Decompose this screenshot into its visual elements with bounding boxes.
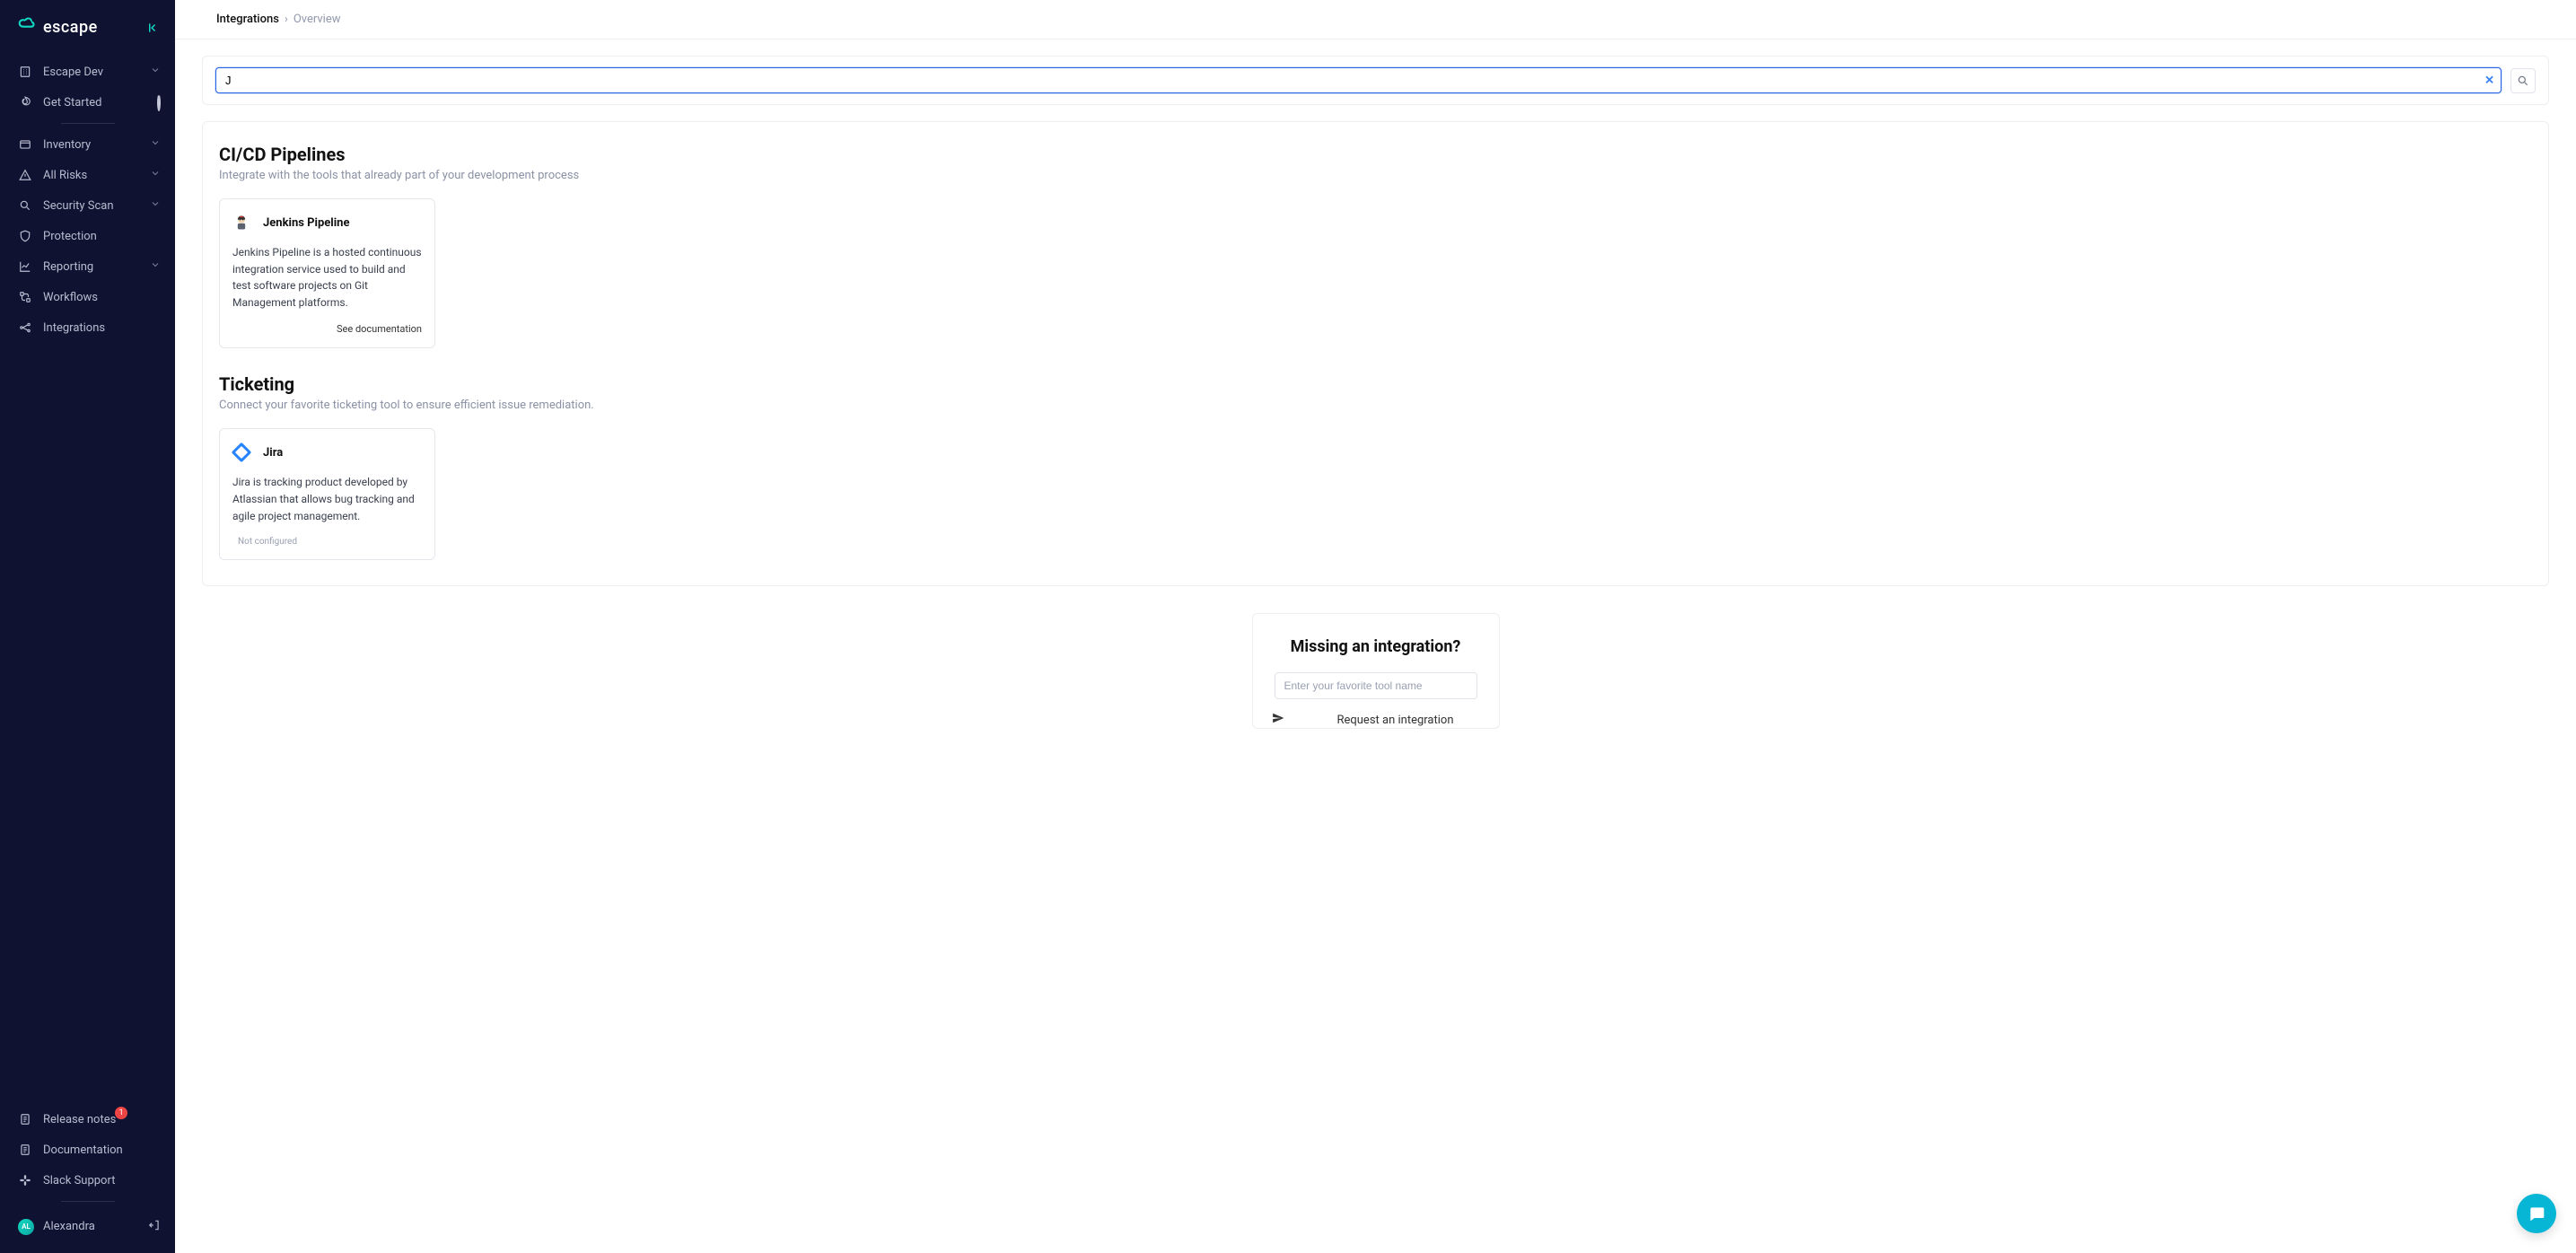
section-subtitle-cicd: Integrate with the tools that already pa… <box>219 169 2532 182</box>
sidebar-item-reporting[interactable]: Reporting <box>0 251 175 282</box>
breadcrumb-separator: › <box>285 13 288 26</box>
sidebar-item-workflows[interactable]: Workflows <box>0 282 175 312</box>
search-panel: ✕ <box>202 56 2549 105</box>
jira-icon <box>232 443 250 461</box>
user-menu[interactable]: AL Alexandra <box>0 1207 175 1246</box>
request-label: Request an integration <box>1336 714 1453 727</box>
card-description: Jira is tracking product developed by At… <box>232 474 422 524</box>
sidebar-item-documentation[interactable]: Documentation <box>0 1135 175 1165</box>
sidebar-item-get-started[interactable]: Get Started <box>0 87 175 118</box>
nav-label: Release notes <box>43 1113 116 1126</box>
doc-icon <box>18 1143 32 1157</box>
chevron-down-icon <box>150 198 161 213</box>
chevron-down-icon <box>150 168 161 182</box>
integration-card-jenkins[interactable]: Jenkins Pipeline Jenkins Pipeline is a h… <box>219 198 435 348</box>
sidebar-footer: Release notes 1 Documentation Slack Supp… <box>0 1104 175 1253</box>
doc-icon <box>18 1112 32 1126</box>
breadcrumb: Integrations › Overview <box>175 0 2576 39</box>
workflow-icon <box>18 290 32 304</box>
nav-label: All Risks <box>43 169 87 182</box>
main-content: Integrations › Overview ✕ CI/CD Pipeline… <box>175 0 2576 1253</box>
org-name: Escape Dev <box>43 66 103 79</box>
chevron-down-icon <box>150 259 161 274</box>
sidebar-nav: Escape Dev Get Started Invento <box>0 53 175 1104</box>
section-title-cicd: CI/CD Pipelines <box>219 144 2532 165</box>
nav-divider <box>61 1201 115 1202</box>
clear-search-button[interactable]: ✕ <box>2484 74 2494 87</box>
integrations-icon <box>18 320 32 335</box>
logo-icon <box>18 16 36 39</box>
logo[interactable]: escape <box>18 16 98 39</box>
browser-icon <box>18 137 32 152</box>
shield-icon <box>18 229 32 243</box>
sidebar-item-protection[interactable]: Protection <box>0 221 175 251</box>
sidebar-item-release-notes[interactable]: Release notes 1 <box>0 1104 175 1135</box>
sidebar-item-inventory[interactable]: Inventory <box>0 129 175 160</box>
results-panel: CI/CD Pipelines Integrate with the tools… <box>202 121 2549 586</box>
brand-name: escape <box>43 18 98 37</box>
nav-label: Workflows <box>43 291 98 304</box>
send-icon <box>1272 712 1284 728</box>
not-configured-label: Not configured <box>232 537 422 547</box>
see-documentation-link[interactable]: See documentation <box>232 323 422 335</box>
card-title: Jenkins Pipeline <box>263 216 350 230</box>
nav-label: Protection <box>43 230 97 243</box>
logout-icon[interactable] <box>148 1218 161 1235</box>
nav-label: Security Scan <box>43 199 114 213</box>
section-subtitle-ticketing: Connect your favorite ticketing tool to … <box>219 399 2532 412</box>
nav-label: Documentation <box>43 1143 123 1157</box>
collapse-sidebar-button[interactable] <box>148 22 161 34</box>
section-title-ticketing: Ticketing <box>219 373 2532 395</box>
nav-divider <box>61 123 115 124</box>
chevron-down-icon <box>150 137 161 152</box>
nav-label: Get Started <box>43 96 101 110</box>
search-button[interactable] <box>2510 68 2536 93</box>
warning-icon <box>18 168 32 182</box>
sidebar-org-selector[interactable]: Escape Dev <box>0 57 175 87</box>
search-icon <box>18 198 32 213</box>
card-title: Jira <box>263 446 283 460</box>
breadcrumb-current: Overview <box>294 13 341 26</box>
nav-label: Integrations <box>43 321 105 335</box>
nav-label: Inventory <box>43 138 91 152</box>
jenkins-icon <box>232 214 250 232</box>
building-icon <box>18 65 32 79</box>
chart-icon <box>18 259 32 274</box>
card-description: Jenkins Pipeline is a hosted continuous … <box>232 244 422 311</box>
flame-icon <box>18 95 32 110</box>
nav-label: Reporting <box>43 260 93 274</box>
sidebar-item-all-risks[interactable]: All Risks <box>0 160 175 190</box>
sidebar: escape Escape Dev Get Start <box>0 0 175 1253</box>
sidebar-item-security-scan[interactable]: Security Scan <box>0 190 175 221</box>
missing-title: Missing an integration? <box>1275 637 1477 656</box>
notification-badge: 1 <box>115 1107 127 1119</box>
chevron-down-icon <box>150 65 161 79</box>
sidebar-header: escape <box>0 0 175 53</box>
breadcrumb-root[interactable]: Integrations <box>216 13 279 26</box>
sidebar-item-slack-support[interactable]: Slack Support <box>0 1165 175 1196</box>
chat-widget-button[interactable] <box>2517 1194 2556 1233</box>
search-input[interactable] <box>215 67 2502 93</box>
request-integration-button[interactable]: Request an integration <box>1275 712 1477 728</box>
integration-card-jira[interactable]: Jira Jira is tracking product developed … <box>219 428 435 560</box>
nav-label: Slack Support <box>43 1174 115 1187</box>
avatar: AL <box>18 1219 34 1235</box>
user-name: Alexandra <box>43 1220 95 1233</box>
missing-integration-panel: Missing an integration? Request an integ… <box>1252 613 1500 729</box>
sidebar-item-integrations[interactable]: Integrations <box>0 312 175 343</box>
loading-spinner-icon <box>157 96 161 110</box>
slack-icon <box>18 1173 32 1187</box>
missing-tool-input[interactable] <box>1275 672 1477 699</box>
